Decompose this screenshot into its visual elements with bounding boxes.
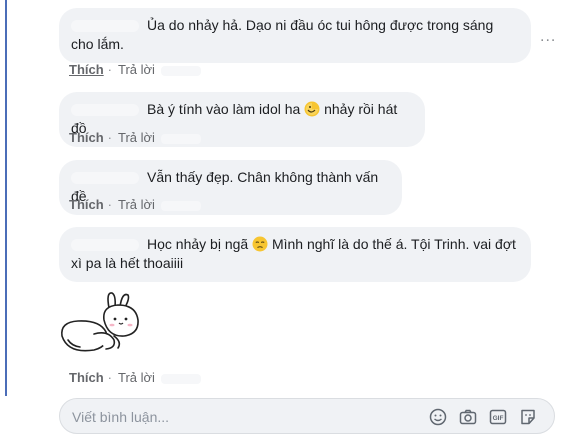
like-link[interactable]: Thích — [69, 130, 104, 145]
svg-text:GIF: GIF — [493, 415, 504, 422]
reply-link[interactable]: Trả lời — [118, 130, 155, 145]
timestamp-redacted — [160, 373, 201, 384]
comment-actions: Thích · Trả lời — [69, 62, 201, 78]
like-link[interactable]: Thích — [69, 370, 104, 385]
comment-text: Học nhảy bị ngã — [147, 236, 249, 252]
comment-4: Học nhảy bị ngã Mình nghĩ là do thế á. T… — [59, 227, 531, 282]
more-options-icon[interactable]: ... — [540, 28, 556, 46]
reply-link[interactable]: Trả lời — [118, 197, 155, 212]
comment-bubble: Học nhảy bị ngã Mình nghĩ là do thế á. T… — [59, 227, 531, 282]
dot-separator: · — [107, 130, 113, 145]
gif-icon[interactable]: GIF — [488, 407, 508, 427]
comment-input[interactable] — [70, 406, 414, 428]
comment-actions: Thích · Trả lời — [69, 130, 201, 146]
pensive-face-emoji — [252, 236, 268, 252]
like-link[interactable]: Thích — [69, 197, 104, 212]
comment-actions: Thích · Trả lời — [69, 197, 201, 213]
author-name-redacted[interactable] — [71, 239, 139, 252]
smiley-icon[interactable] — [428, 407, 448, 427]
dot-separator: · — [107, 197, 113, 212]
author-name-redacted[interactable] — [71, 104, 139, 117]
comment-1: Ủa do nhảy hả. Dạo ni đầu óc tui hông đư… — [59, 8, 531, 63]
author-name-redacted[interactable] — [71, 20, 139, 33]
comment-actions: Thích · Trả lời — [69, 370, 201, 386]
reply-link[interactable]: Trả lời — [118, 62, 155, 77]
sticker-icon[interactable] — [518, 407, 538, 427]
comment-text: Bà ý tính vào làm idol ha — [147, 101, 301, 117]
timestamp-redacted — [160, 133, 201, 144]
dot-separator: · — [107, 370, 113, 385]
rabbit-sticker[interactable] — [58, 290, 148, 358]
comment-bubble: Ủa do nhảy hả. Dạo ni đầu óc tui hông đư… — [59, 8, 531, 63]
dot-separator: · — [107, 62, 113, 77]
timestamp-redacted — [160, 200, 201, 211]
camera-icon[interactable] — [458, 407, 478, 427]
reply-link[interactable]: Trả lời — [118, 370, 155, 385]
laughing-moon-emoji — [304, 101, 320, 117]
thread-indent-rule — [5, 0, 7, 396]
timestamp-redacted — [160, 65, 201, 76]
like-link[interactable]: Thích — [69, 62, 104, 77]
comment-composer: GIF — [59, 398, 555, 434]
author-name-redacted[interactable] — [71, 172, 139, 185]
